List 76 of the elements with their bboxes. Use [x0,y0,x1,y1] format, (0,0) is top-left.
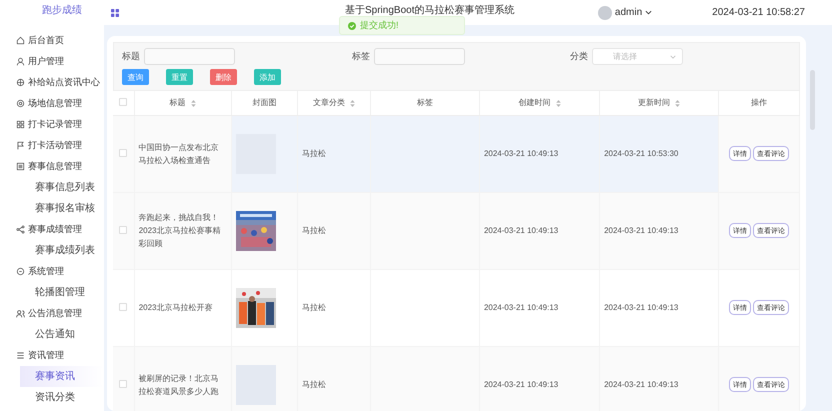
table-cell-text: 被刷屏的记录！北京马拉松赛道风景多少人跑 [138,372,220,398]
scrollbar[interactable] [810,70,815,130]
submenu-item[interactable]: 赛事信息列表 [20,177,104,198]
table-cell-text: 2023北京马拉松开赛 [138,302,212,314]
table-cell-text: 2024-03-21 10:49:13 [484,148,558,160]
globe-icon [16,78,25,87]
table-cell-text: 2024-03-21 10:49:13 [484,225,558,237]
submenu-item[interactable]: 资讯分类 [20,387,104,408]
column-header[interactable]: 封面图 [252,98,276,108]
filter-label: 标签 [352,50,370,63]
table-cell-text: 2024-03-21 10:49:13 [484,379,558,391]
sort-icon[interactable] [190,100,196,107]
column-header[interactable]: 文章分类 [313,98,346,108]
brand-title: 跑步成绩 [41,4,83,18]
table-cell-text: 2024-03-21 10:49:13 [484,302,558,314]
submenu-item[interactable]: 轮播图管理 [20,282,104,303]
table-cell-text: 马拉松 [302,379,326,391]
caret-icon[interactable] [645,10,652,15]
column-header[interactable]: 操作 [751,98,768,108]
submenu-item[interactable]: 赛事报名审核 [20,198,104,219]
chat-icon [16,267,25,276]
apps-icon[interactable] [111,8,119,16]
checkbox[interactable] [119,98,128,106]
menu-item[interactable]: 用户管理 [28,55,64,68]
menu-item[interactable]: 后台首页 [28,34,64,47]
submenu-item[interactable]: 赛事成绩列表 [20,240,104,261]
filter-label: 标题 [122,50,140,63]
table-cell-text: 马拉松 [302,302,326,314]
menu-item[interactable]: 系统管理 [28,265,64,278]
table-cell-text: 中国田协一点发布北京马拉松入场检查通告 [138,142,220,166]
table-cell-text: 马拉松 [302,225,326,237]
flag-icon [16,141,25,150]
menu-item[interactable]: 补给站点资讯中心 [28,76,100,89]
checkbox[interactable] [119,148,128,156]
checkbox[interactable] [119,302,128,310]
sort-icon[interactable] [350,100,356,107]
chevron-icon[interactable] [670,54,676,58]
column-header[interactable]: 创建时间 [518,98,550,108]
table-cell-text: 2024-03-21 10:49:13 [604,302,678,314]
column-header[interactable]: 标签 [416,98,433,108]
submenu-item[interactable]: 公告通知 [20,324,104,345]
toast-text: 提交成功! [360,19,399,32]
filter-label: 分类 [570,50,588,63]
table-cell-text: 奔跑起来，挑战自我！2023北京马拉松赛事精彩回顾 [138,212,222,250]
datetime: 2024-03-21 10:58:27 [712,7,805,18]
menu-item[interactable]: 公告消息管理 [28,307,82,320]
home-icon [16,36,25,45]
menu-item[interactable]: 场地信息管理 [28,97,82,110]
menu-item[interactable]: 资讯管理 [28,349,64,362]
column-header[interactable]: 标题 [170,98,186,108]
table-cell-text: 2024-03-21 10:49:13 [604,225,678,237]
checkbox[interactable] [119,380,128,388]
avatar-icon[interactable] [598,6,612,20]
menu-item[interactable]: 赛事成绩管理 [28,223,82,236]
menu-item[interactable]: 打卡记录管理 [28,118,82,131]
input-field[interactable] [374,48,465,65]
input-field[interactable] [144,48,235,65]
column-header[interactable]: 更新时间 [638,98,670,108]
table-cell-text: 马拉松 [302,148,326,160]
sort-icon[interactable] [556,100,560,107]
list-icon [16,351,25,360]
share-icon [16,225,25,234]
check-icon [348,22,356,30]
system-title: 基于SpringBoot的马拉松赛事管理系统 [345,4,514,17]
menu-item[interactable]: 打卡活动管理 [28,139,82,152]
target-icon [16,99,25,108]
checkbox[interactable] [119,226,128,234]
people-icon [16,309,25,318]
menu-item[interactable]: 赛事信息管理 [28,160,82,173]
grid-icon [16,120,25,129]
user-icon [16,57,25,66]
table-cell-text: 2024-03-21 10:53:30 [604,148,678,160]
user-menu[interactable]: admin [614,7,642,18]
sort-icon[interactable] [675,100,680,107]
document-icon [16,162,25,171]
table-cell-text: 2024-03-21 10:49:13 [604,379,678,391]
